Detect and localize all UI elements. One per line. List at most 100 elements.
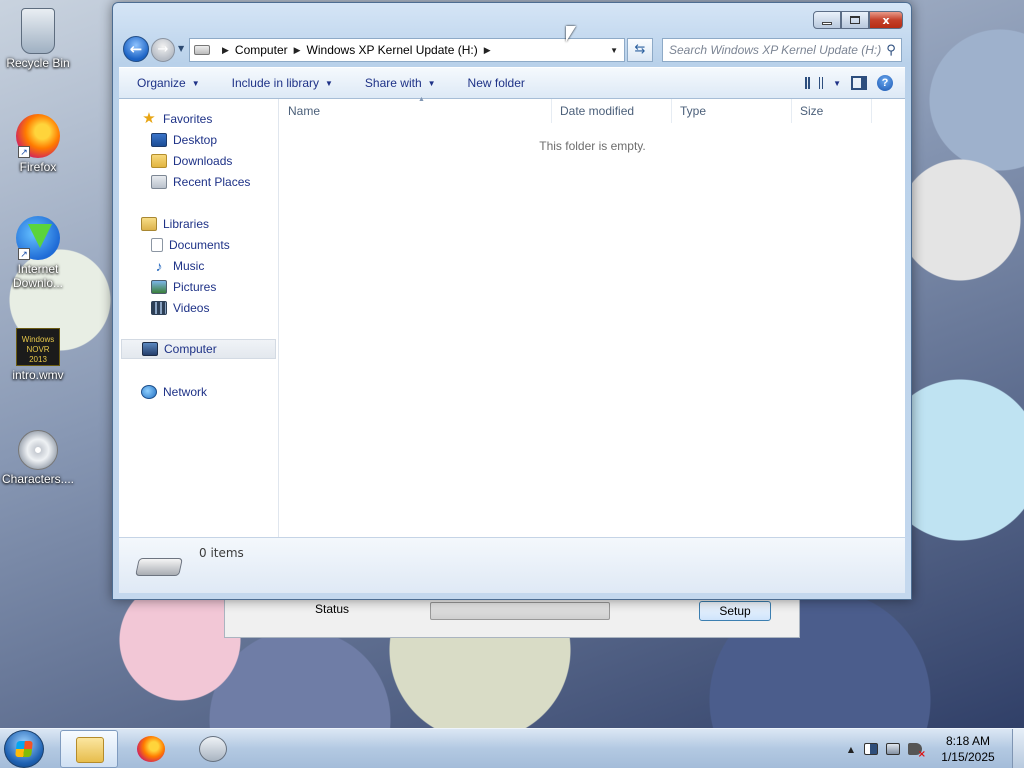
libraries-icon [141,217,157,231]
drive-icon [194,45,210,55]
nav-label: Desktop [173,133,218,147]
start-button[interactable] [4,730,44,768]
help-icon[interactable]: ? [877,75,893,91]
nav-label: Libraries [163,217,210,231]
taskbar-explorer-button[interactable] [60,730,118,768]
action-center-flag-icon[interactable] [864,743,878,755]
column-header-name[interactable]: Name ▲ [280,96,552,123]
nav-desktop[interactable]: Desktop [151,130,217,150]
desktop-icon-internet-download-manager[interactable]: ↗ Internet Downlo... [0,216,76,290]
back-arrow-icon: ← [129,40,143,58]
column-label: Type [680,104,707,118]
forward-button[interactable]: → [151,38,175,62]
empty-folder-message: This folder is empty. [539,139,646,153]
breadcrumb-drive[interactable]: Windows XP Kernel Update (H:) [307,43,478,57]
breadcrumb-computer[interactable]: Computer [235,43,288,57]
command-bar: Organize ▼ Include in library ▼ Share with… [119,67,905,99]
drive-icon [135,558,183,576]
search-input[interactable] [663,43,881,57]
clock-date: 1/15/2025 [941,750,995,764]
nav-pictures[interactable]: Pictures [151,277,216,297]
setup-dialog: Status Setup [224,598,800,638]
close-button[interactable]: x [869,11,903,29]
search-box[interactable]: ⚲ [662,38,902,62]
address-bar[interactable]: ▶ Computer ▶ Windows XP Kernel Update (H… [189,38,625,62]
breadcrumb-separator-icon[interactable]: ▶ [484,45,491,56]
nav-documents[interactable]: Documents [151,235,230,255]
navigation-bar: ← → ▼ ▶ Computer ▶ Windows XP Kernel Upd… [121,35,903,63]
music-note-icon: ♪ [155,258,163,274]
nav-libraries[interactable]: Libraries [141,214,209,234]
computer-icon [142,342,158,356]
refresh-button[interactable]: ⇆ [627,38,653,62]
clock[interactable]: 8:18 AM 1/15/2025 [930,733,1006,765]
nav-computer[interactable]: Computer [121,339,276,359]
address-dropdown-icon[interactable]: ▼ [610,46,618,55]
maximize-button[interactable] [841,11,869,29]
desktop-icon-intro-wmv[interactable]: Windows NOVR 2013 intro.wmv [0,328,76,382]
share-label: Share with [364,76,422,90]
firefox-icon: ↗ [16,114,60,158]
explorer-client-area: ★ Favorites Desktop Downloads Recent Plac… [119,96,905,593]
show-desktop-button[interactable] [1012,729,1024,768]
setup-progress-bar [430,602,610,620]
view-controls: ▼ ? [805,75,905,91]
nav-network[interactable]: Network [141,382,207,402]
nav-label: Pictures [173,280,217,294]
pictures-icon [151,280,167,294]
nav-music[interactable]: ♪ Music [151,256,205,276]
taskbar: ▲ 8:18 AM 1/15/2025 [0,728,1024,768]
search-icon[interactable]: ⚲ [881,43,901,58]
back-button[interactable]: ← [123,36,149,62]
taskbar-firefox-button[interactable] [122,730,180,768]
status-label: Status [315,602,350,616]
nav-videos[interactable]: Videos [151,298,209,318]
share-with-button[interactable]: Share with ▼ [349,76,452,90]
nav-label: Favorites [163,112,213,126]
column-header-type[interactable]: Type [672,99,792,123]
desktop-icon-characters[interactable]: Characters.... [0,430,76,486]
minimize-icon [822,21,832,25]
volume-muted-icon[interactable] [908,743,926,760]
nav-label: Music [173,259,205,273]
recent-pages-button[interactable]: ▼ [178,44,184,53]
maximize-icon [850,16,860,24]
preview-pane-icon[interactable] [851,76,867,90]
taskbar-setup-button[interactable] [184,730,242,768]
new-folder-button[interactable]: New folder [452,76,541,90]
new-folder-label: New folder [467,76,525,90]
desktop-icon-label: Recycle Bin [6,56,70,70]
column-header-size[interactable]: Size [792,99,872,123]
system-tray: ▲ 8:18 AM 1/15/2025 [848,729,1024,768]
nav-favorites[interactable]: ★ Favorites [141,109,212,129]
nav-downloads[interactable]: Downloads [151,151,232,171]
video-file-icon: Windows NOVR 2013 [16,328,60,366]
nav-label: Network [163,385,208,399]
breadcrumb-separator-icon[interactable]: ▶ [222,45,229,56]
chevron-down-icon[interactable]: ▼ [833,79,841,88]
show-hidden-icons-icon[interactable]: ▲ [848,745,854,754]
desktop-icon-label: Characters.... [1,472,75,486]
nav-label: Computer [164,342,217,356]
star-icon: ★ [142,110,156,127]
desktop-icon-label: Internet Downlo... [12,262,64,290]
installer-icon [199,736,227,762]
network-status-icon[interactable] [886,743,900,755]
mouse-cursor-icon [566,26,576,42]
desktop-icon-firefox[interactable]: ↗ Firefox [0,114,76,174]
breadcrumb-separator-icon[interactable]: ▶ [294,45,301,56]
minimize-button[interactable] [813,11,841,29]
nav-recent-places[interactable]: Recent Places [151,172,250,192]
include-in-library-button[interactable]: Include in library ▼ [216,76,349,90]
column-header-date-modified[interactable]: Date modified [552,99,672,123]
downloads-folder-icon [151,154,167,168]
chevron-down-icon: ▼ [178,44,185,53]
change-view-icon[interactable] [805,77,824,89]
organize-button[interactable]: Organize ▼ [119,76,216,90]
documents-icon [151,238,163,252]
file-list[interactable]: Name ▲ Date modified Type Size This folde… [280,96,905,541]
desktop-icon-recycle-bin[interactable]: Recycle Bin [0,8,76,70]
clock-time: 8:18 AM [945,734,991,748]
setup-button[interactable]: Setup [699,601,771,621]
nav-label: Videos [173,301,210,315]
